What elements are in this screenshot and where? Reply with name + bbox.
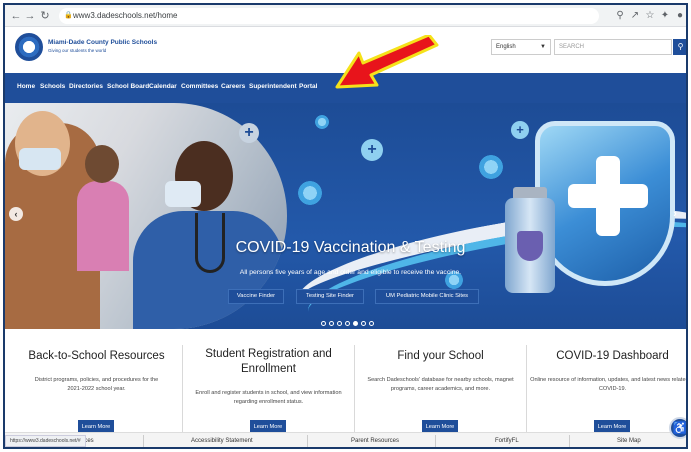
- share-icon[interactable]: ↗: [628, 9, 642, 23]
- quick-links-bar: Resources Accessibility Statement Parent…: [5, 432, 686, 447]
- child-head: [85, 145, 119, 183]
- search-icon[interactable]: ⚲: [673, 39, 686, 55]
- nav-item-directories[interactable]: Directories: [69, 83, 103, 90]
- footer-link-site-map[interactable]: Site Map: [617, 438, 641, 444]
- address-bar-text: www3.dadeschools.net/home: [73, 11, 178, 20]
- nav-item-superintendent[interactable]: Superintendent: [249, 83, 297, 90]
- carousel-next-icon[interactable]: ›: [668, 207, 682, 221]
- footer-link-fortifyfl[interactable]: FortifyFL: [495, 438, 519, 444]
- status-bar-url: https://www3.dadeschools.net/#: [5, 435, 86, 447]
- carousel-dot-active[interactable]: [353, 321, 358, 326]
- face-mask: [165, 181, 201, 207]
- logo-title[interactable]: Miami-Dade County Public Schools: [48, 39, 157, 46]
- nav-item-committees[interactable]: Committees: [181, 83, 218, 90]
- screenshot-frame: ← → ↻ 🔒 www3.dadeschools.net/home ⚲ ↗ ☆ …: [3, 3, 688, 449]
- footer-divider: [435, 435, 436, 447]
- address-bar[interactable]: 🔒 www3.dadeschools.net/home: [59, 8, 599, 24]
- logo-subtitle: Giving our students the world: [48, 48, 107, 53]
- face-mask: [19, 148, 61, 170]
- carousel-dot[interactable]: [321, 321, 326, 326]
- nav-item-careers[interactable]: Careers: [221, 83, 245, 90]
- star-icon[interactable]: ☆: [643, 9, 657, 23]
- virus-icon: [298, 181, 322, 205]
- card-description: District programs, policies, and procedu…: [34, 377, 159, 392]
- virus-icon: [315, 115, 329, 129]
- card-title: Student Registration and Enrollment: [205, 348, 332, 375]
- plus-icon: +: [239, 123, 259, 143]
- testing-site-finder-button[interactable]: Testing Site Finder: [296, 289, 364, 304]
- footer-divider: [307, 435, 308, 447]
- plus-icon: +: [511, 121, 529, 139]
- card-description: Online resource of information, updates,…: [530, 377, 688, 392]
- forward-icon[interactable]: →: [23, 9, 37, 23]
- card-title: COVID-19 Dashboard: [556, 350, 669, 362]
- search-input[interactable]: SEARCH: [554, 39, 672, 55]
- card-title: Back-to-School Resources: [28, 350, 165, 362]
- card-back-to-school: Back-to-School Resources District progra…: [11, 329, 182, 439]
- footer-link-accessibility[interactable]: Accessibility Statement: [191, 438, 253, 444]
- language-value: English: [496, 44, 516, 50]
- card-description: Search Dadeschools' database for nearby …: [367, 377, 514, 392]
- child-figure: [77, 181, 129, 271]
- hero-title: COVID-19 Vaccination & Testing: [235, 239, 466, 256]
- vaccine-finder-button[interactable]: Vaccine Finder: [228, 289, 284, 304]
- extensions-icon[interactable]: ✦: [658, 9, 672, 23]
- nav-item-school-board[interactable]: School Board: [107, 83, 149, 90]
- virus-icon: [479, 155, 503, 179]
- hero-carousel[interactable]: + + + COVID-19 Vaccination & Testing All…: [5, 103, 686, 329]
- shield-icon: [535, 121, 675, 286]
- um-pediatric-clinic-button[interactable]: UM Pediatric Mobile Clinic Sites: [375, 289, 479, 304]
- nav-item-calendar[interactable]: Calendar: [149, 83, 177, 90]
- card-description: Enroll and register students in school, …: [195, 390, 342, 405]
- card-title: Find your School: [397, 350, 484, 362]
- carousel-dot[interactable]: [345, 321, 350, 326]
- nav-item-home[interactable]: Home: [17, 83, 35, 90]
- lock-icon[interactable]: 🔒: [64, 8, 73, 24]
- feature-cards: Back-to-School Resources District progra…: [5, 329, 686, 439]
- nav-item-schools[interactable]: Schools: [40, 83, 65, 90]
- carousel-dot[interactable]: [369, 321, 374, 326]
- card-find-your-school: Find your School Search Dadeschools' dat…: [355, 329, 526, 439]
- language-select[interactable]: English ▼: [491, 39, 551, 55]
- footer-divider: [569, 435, 570, 447]
- card-student-registration: Student Registration and Enrollment Enro…: [183, 329, 354, 439]
- carousel-dot[interactable]: [329, 321, 334, 326]
- zoom-icon[interactable]: ⚲: [613, 9, 627, 23]
- district-logo[interactable]: [15, 33, 43, 61]
- back-icon[interactable]: ←: [9, 9, 23, 23]
- browser-toolbar: ← → ↻ 🔒 www3.dadeschools.net/home ⚲ ↗ ☆ …: [5, 5, 686, 27]
- accessibility-icon[interactable]: ♿: [669, 417, 686, 439]
- carousel-prev-icon[interactable]: ‹: [9, 207, 23, 221]
- plus-icon: +: [361, 139, 383, 161]
- chevron-down-icon: ▼: [540, 44, 546, 50]
- profile-icon[interactable]: ●: [673, 9, 686, 23]
- annotation-arrow-shape: [335, 35, 439, 89]
- cross-icon: [568, 184, 648, 208]
- carousel-indicators: [321, 313, 391, 326]
- hero-subtitle: All persons five years of age and older …: [239, 269, 462, 276]
- annotation-arrow-icon: [335, 35, 439, 89]
- carousel-dot[interactable]: [361, 321, 366, 326]
- carousel-dot[interactable]: [337, 321, 342, 326]
- nav-item-portal[interactable]: Portal: [299, 83, 317, 90]
- reload-icon[interactable]: ↻: [38, 9, 52, 23]
- footer-link-parent-resources[interactable]: Parent Resources: [351, 438, 399, 444]
- card-covid-dashboard: COVID-19 Dashboard Online resource of in…: [527, 329, 688, 439]
- footer-divider: [143, 435, 144, 447]
